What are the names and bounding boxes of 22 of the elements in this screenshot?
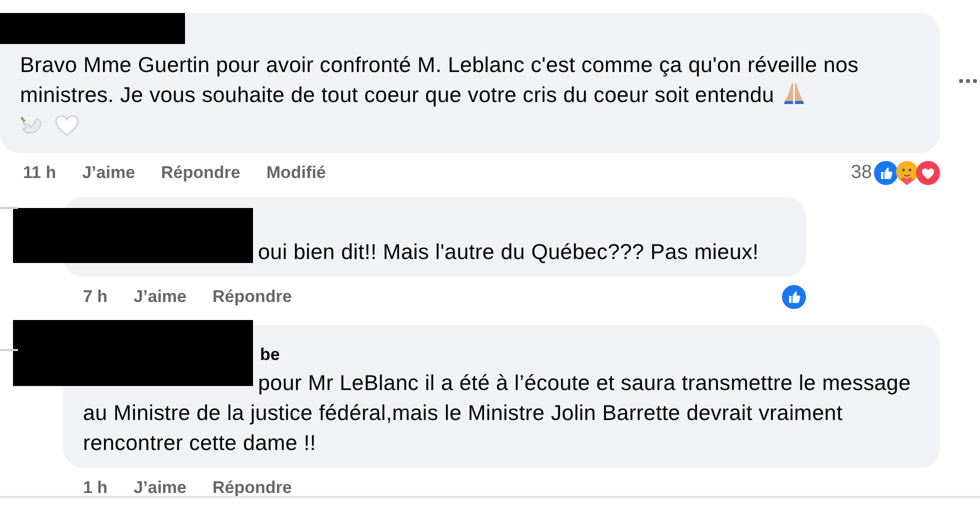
- comment-text: pour Mr LeBlanc il a été à l’écoute et saura transmettre le message au Ministre de la justice fédéral,mais le Ministre Jolin Barrette devrait vraiment rencontrer cette dame !!: [83, 370, 912, 457]
- praying-hands-icon: [782, 81, 806, 105]
- reply-link[interactable]: Répondre: [212, 287, 292, 307]
- like-link[interactable]: J’aime: [134, 287, 186, 307]
- care-reaction-icon: [894, 161, 920, 185]
- love-reaction-icon: [916, 161, 940, 185]
- comment-author[interactable]: be: [260, 344, 280, 366]
- reply-link[interactable]: Répondre: [212, 478, 292, 498]
- comment-text: Bravo Mme Guertin pour avoir confronté M. Leblanc c'est comme ça qu'on réveille nos ministres. Je vous souhaite de tout coeur que votre cris du coeur soit entendu: [20, 50, 890, 140]
- reply-link[interactable]: Répondre: [161, 163, 240, 183]
- comment-time[interactable]: 1 h: [83, 478, 108, 498]
- reaction-count[interactable]: 38: [850, 162, 872, 184]
- like-link[interactable]: J’aime: [134, 478, 186, 498]
- comment-text: oui bien dit!! Mais l'autre du Québec??? Pas mieux!: [258, 239, 760, 266]
- more-icon[interactable]: [958, 78, 978, 84]
- edited-label[interactable]: Modifié: [266, 163, 326, 183]
- like-reaction-icon: [874, 161, 898, 185]
- like-reaction-icon: [782, 285, 806, 309]
- heart-icon: [54, 113, 80, 137]
- comment-time[interactable]: 11 h: [23, 163, 56, 183]
- like-link[interactable]: J’aime: [82, 163, 136, 183]
- comment-time[interactable]: 7 h: [83, 287, 108, 307]
